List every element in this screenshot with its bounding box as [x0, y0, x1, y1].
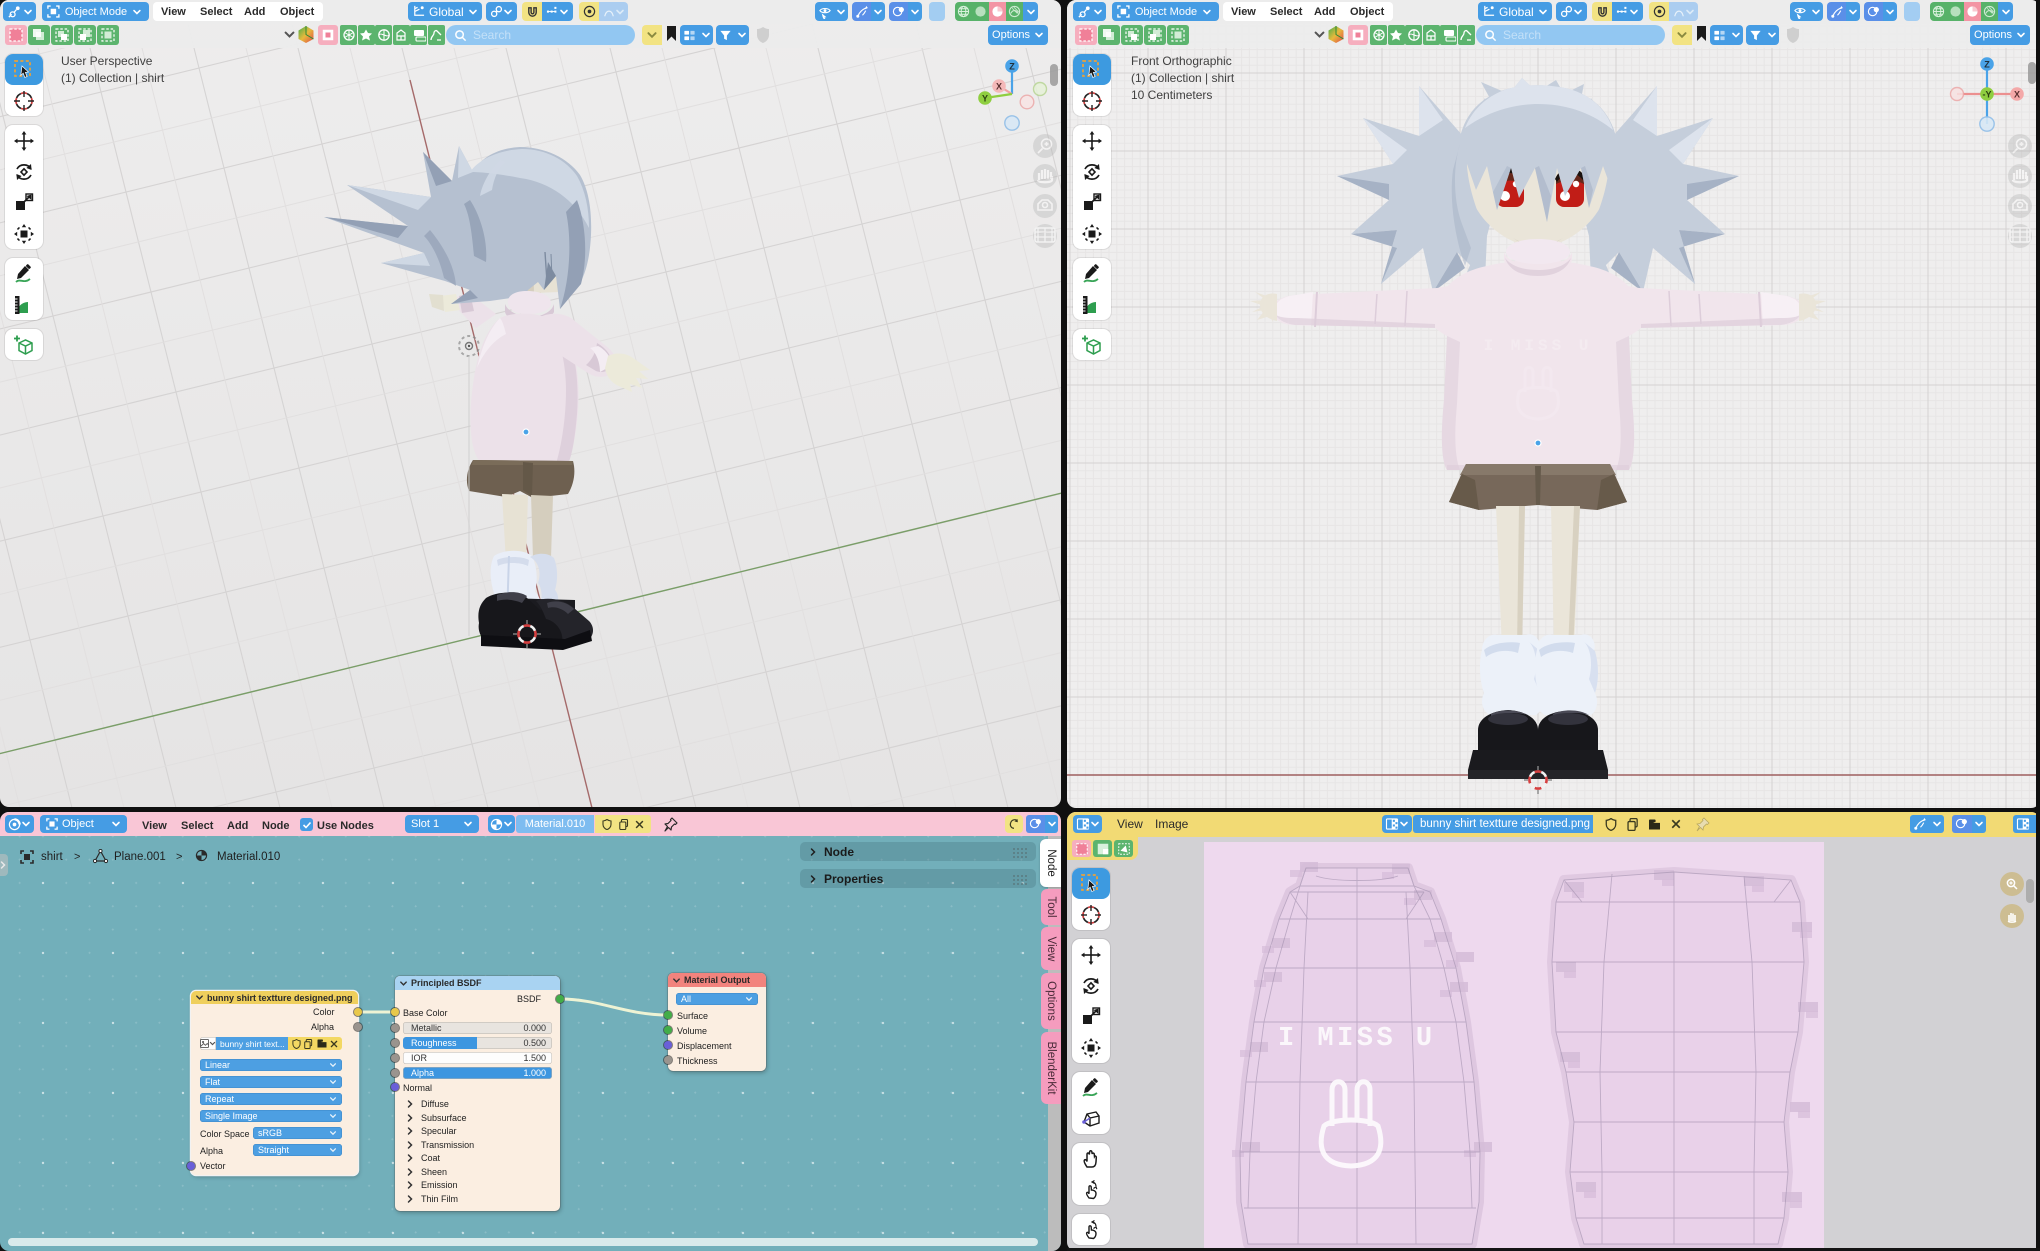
svg-text:-Y: -Y	[1983, 90, 1992, 100]
svg-text:Y: Y	[982, 94, 988, 104]
svg-text:I MISS U: I MISS U	[1484, 337, 1593, 355]
svg-text:X: X	[996, 82, 1002, 92]
svg-text:X: X	[2014, 90, 2020, 100]
svg-text:Z: Z	[1009, 62, 1015, 72]
svg-text:Z: Z	[1984, 60, 1990, 70]
svg-text:I MISS U: I MISS U	[1278, 1024, 1436, 1054]
